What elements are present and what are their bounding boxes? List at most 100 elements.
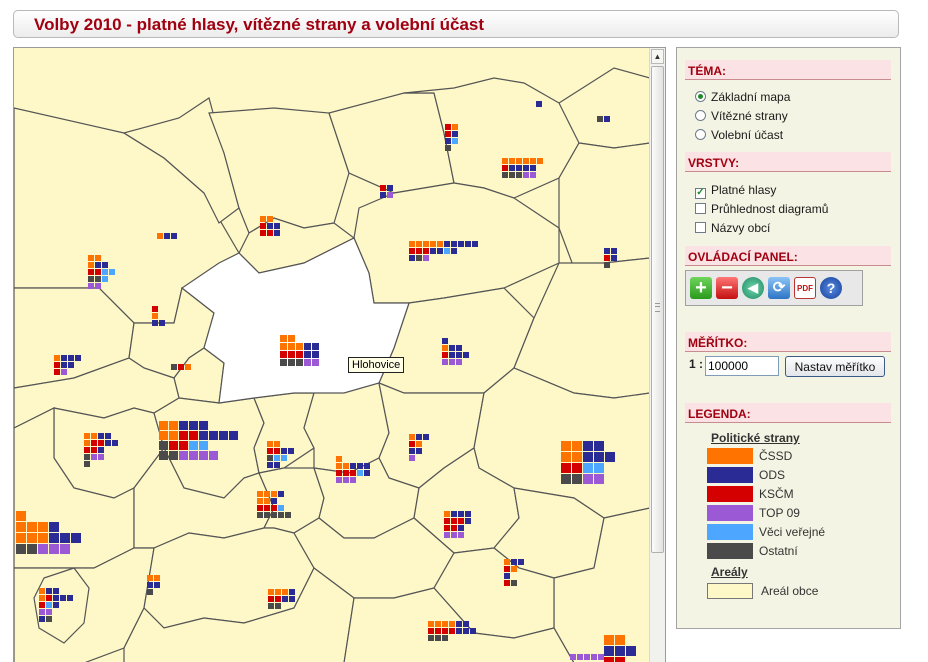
vote-cell (615, 646, 625, 656)
legend-areas-title: Areály (711, 565, 748, 579)
vote-cell (504, 573, 510, 579)
vote-cell (516, 165, 522, 171)
checkbox-icon[interactable]: ✓ (695, 188, 706, 199)
vote-cell (416, 241, 422, 247)
vote-cell (49, 522, 59, 532)
set-scale-button[interactable]: Nastav měřítko (785, 356, 885, 377)
vote-cell (46, 595, 52, 601)
vote-cell (154, 582, 160, 588)
vote-cell (458, 518, 464, 524)
vote-cell (416, 441, 422, 447)
vote-cell (423, 248, 429, 254)
help-icon[interactable]: ? (820, 277, 842, 299)
vote-cell (451, 525, 457, 531)
radio-icon[interactable] (695, 110, 706, 121)
vote-cell (357, 470, 363, 476)
vote-cell (54, 369, 60, 375)
vote-cell (504, 559, 510, 565)
vote-cell (409, 434, 415, 440)
vote-cell (572, 463, 582, 473)
checkbox-nazvy-obci[interactable]: Názvy obcí (695, 221, 770, 235)
vote-cell (430, 248, 436, 254)
radio-icon[interactable] (695, 129, 706, 140)
vote-cell (288, 351, 295, 358)
vote-cell (267, 441, 273, 447)
section-heading-vrstvy: VRSTVY: (685, 152, 891, 172)
vote-cell (274, 455, 280, 461)
radio-label: Základní mapa (711, 90, 791, 104)
vote-cell (437, 248, 443, 254)
radio-icon[interactable] (695, 91, 706, 102)
vote-cell (271, 505, 277, 511)
vote-cell (280, 359, 287, 366)
vote-cell (312, 359, 319, 366)
map-scrollbar[interactable]: ▲ (649, 48, 665, 662)
vote-cell (281, 455, 287, 461)
vote-cell (456, 352, 462, 358)
checkbox-label: Názvy obcí (711, 221, 771, 235)
grip-icon (655, 303, 660, 312)
vote-cell (423, 434, 429, 440)
vote-cell (264, 512, 270, 518)
vote-cell (289, 596, 295, 602)
back-icon[interactable]: ◀ (742, 277, 764, 299)
vote-cell (95, 276, 101, 282)
vote-cell (179, 451, 188, 460)
vote-cell (312, 343, 319, 350)
scroll-up-button[interactable]: ▲ (651, 49, 664, 64)
vote-cell (288, 335, 295, 342)
legend-parties-title: Politické strany (711, 431, 800, 445)
vote-cell (364, 470, 370, 476)
map-panel[interactable]: Hlohovice ▲ (13, 47, 666, 662)
vote-cell (449, 359, 455, 365)
vote-cell (604, 657, 614, 662)
radio-vitezne-strany[interactable]: Vítězné strany (695, 109, 788, 123)
checkbox-icon[interactable] (695, 222, 706, 233)
scroll-thumb[interactable] (651, 66, 664, 553)
vote-cell (451, 511, 457, 517)
scale-input[interactable] (705, 356, 779, 376)
vote-cell (147, 575, 153, 581)
checkbox-pruhlednost[interactable]: Průhlednost diagramů (695, 202, 828, 216)
checkbox-icon[interactable] (695, 203, 706, 214)
vote-cell (445, 124, 451, 130)
vote-cell (458, 241, 464, 247)
vote-cell (154, 575, 160, 581)
vote-cell (451, 518, 457, 524)
radio-volebni-ucast[interactable]: Volební účast (695, 128, 783, 142)
vote-cell (350, 470, 356, 476)
vote-cell (275, 589, 281, 595)
vote-cell (267, 462, 273, 468)
vote-cell (511, 580, 517, 586)
vote-cell (268, 603, 274, 609)
vote-cell (280, 343, 287, 350)
vote-cell (343, 463, 349, 469)
refresh-icon[interactable]: ⟳ (768, 277, 790, 299)
vote-cell (435, 621, 441, 627)
vote-cell (511, 559, 517, 565)
zoom-out-icon[interactable]: − (716, 277, 738, 299)
pdf-icon[interactable]: PDF (794, 277, 816, 299)
map-canvas[interactable] (14, 48, 650, 662)
vote-cell (278, 505, 284, 511)
section-heading-legenda: LEGENDA: (685, 403, 891, 423)
vote-cell (423, 255, 429, 261)
vote-cell (577, 654, 583, 660)
vote-cell (53, 602, 59, 608)
vote-cell (169, 421, 178, 430)
vote-cell (189, 431, 198, 440)
radio-zakladni-mapa[interactable]: Základní mapa (695, 90, 790, 104)
vote-cell (449, 628, 455, 634)
vote-cell (199, 441, 208, 450)
vote-cell (84, 447, 90, 453)
vote-cell (387, 185, 393, 191)
vote-cell (46, 609, 52, 615)
vote-cell (274, 441, 280, 447)
vote-cell (282, 589, 288, 595)
checkbox-platne-hlasy[interactable]: ✓ Platné hlasy (695, 183, 776, 199)
vote-cell (38, 522, 48, 532)
legend-swatch (707, 448, 753, 464)
vote-cell (60, 533, 70, 543)
zoom-in-icon[interactable]: + (690, 277, 712, 299)
vote-cell (452, 124, 458, 130)
